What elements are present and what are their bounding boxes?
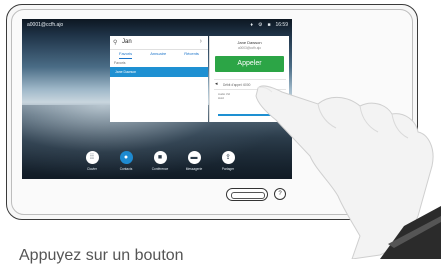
tab-directory[interactable]: Annuaire <box>150 51 166 59</box>
dock-label: Messagerie <box>185 167 203 171</box>
share-icon: ⇪ <box>221 151 235 164</box>
touch-screen: a0001@ccfh.ajo ♦ ⚙ ■ 16:59 ⚲ Jan › Favor… <box>22 19 292 179</box>
dock-item-share[interactable]: ⇪ Partager <box>214 151 242 171</box>
tab-favorites[interactable]: Favoris <box>119 51 133 59</box>
card-contact-address: a0003@ccfh.ajo <box>237 46 262 50</box>
dock-label: Partager <box>221 167 235 171</box>
message-icon: ▬ <box>187 151 201 164</box>
card-meta: Audio Vid Hold <box>218 92 230 100</box>
call-rate-text: Débit d'appel: 6000 <box>223 83 251 87</box>
bottom-dock: ⁞⁞ Clavier ● Contacts ■ Conférence ▬ Mes… <box>22 148 292 179</box>
card-contact-name: Jane Dawson <box>237 40 262 45</box>
contact-name: Jane Dawson <box>115 70 137 74</box>
dock-item-contacts[interactable]: ● Contacts <box>112 151 140 171</box>
card-meta-line2: Hold <box>218 96 224 100</box>
section-label: Favoris <box>114 61 126 65</box>
sip-address: a0001@ccfh.ajo <box>27 22 64 28</box>
status-icons: ♦ ⚙ ■ 16:59 <box>250 22 288 28</box>
contact-item-jane-dawson[interactable]: Jane Dawson <box>110 67 208 77</box>
chevron-right-icon[interactable]: › <box>200 38 202 45</box>
home-button[interactable] <box>226 188 268 201</box>
contacts-icon: ● <box>119 151 133 164</box>
keypad-icon: ⁞⁞ <box>85 151 99 164</box>
camera-icon[interactable]: ■ <box>267 22 270 28</box>
call-button[interactable]: Appeler <box>215 56 284 72</box>
search-field[interactable]: ⚲ Jan › <box>110 36 208 50</box>
mic-icon[interactable]: ♦ <box>250 22 253 28</box>
search-icon: ⚲ <box>113 40 118 46</box>
dock-label: Clavier <box>87 167 97 171</box>
call-rate-row[interactable]: ◂ Débit d'appel: 6000 <box>214 79 286 90</box>
dock-label: Contacts <box>119 167 133 171</box>
back-arrow-icon[interactable]: ◂ <box>215 81 218 87</box>
dock-item-keypad[interactable]: ⁞⁞ Clavier <box>78 151 106 171</box>
clock: 16:59 <box>275 22 288 28</box>
contact-tabs: Favoris Annuaire Récents <box>110 51 208 59</box>
dock-item-messaging[interactable]: ▬ Messagerie <box>180 151 208 171</box>
contacts-panel: ⚲ Jan › Favoris Annuaire Récents Favoris… <box>110 36 208 122</box>
search-input[interactable]: Jan <box>122 39 132 45</box>
dock-label: Conférence <box>151 167 169 171</box>
dock-item-conference[interactable]: ■ Conférence <box>146 151 174 171</box>
contact-detail-card: Jane Dawson a0003@ccfh.ajo Appeler ◂ Déb… <box>209 36 289 122</box>
status-bar: a0001@ccfh.ajo ♦ ⚙ ■ 16:59 <box>22 19 292 31</box>
instruction-caption: Appuyez sur un bouton <box>19 247 184 264</box>
card-progress-bar <box>218 114 280 116</box>
settings-icon[interactable]: ⚙ <box>258 22 262 28</box>
help-icon[interactable]: ? <box>274 188 286 200</box>
tab-recents[interactable]: Récents <box>184 51 199 59</box>
conference-icon: ■ <box>153 151 167 164</box>
